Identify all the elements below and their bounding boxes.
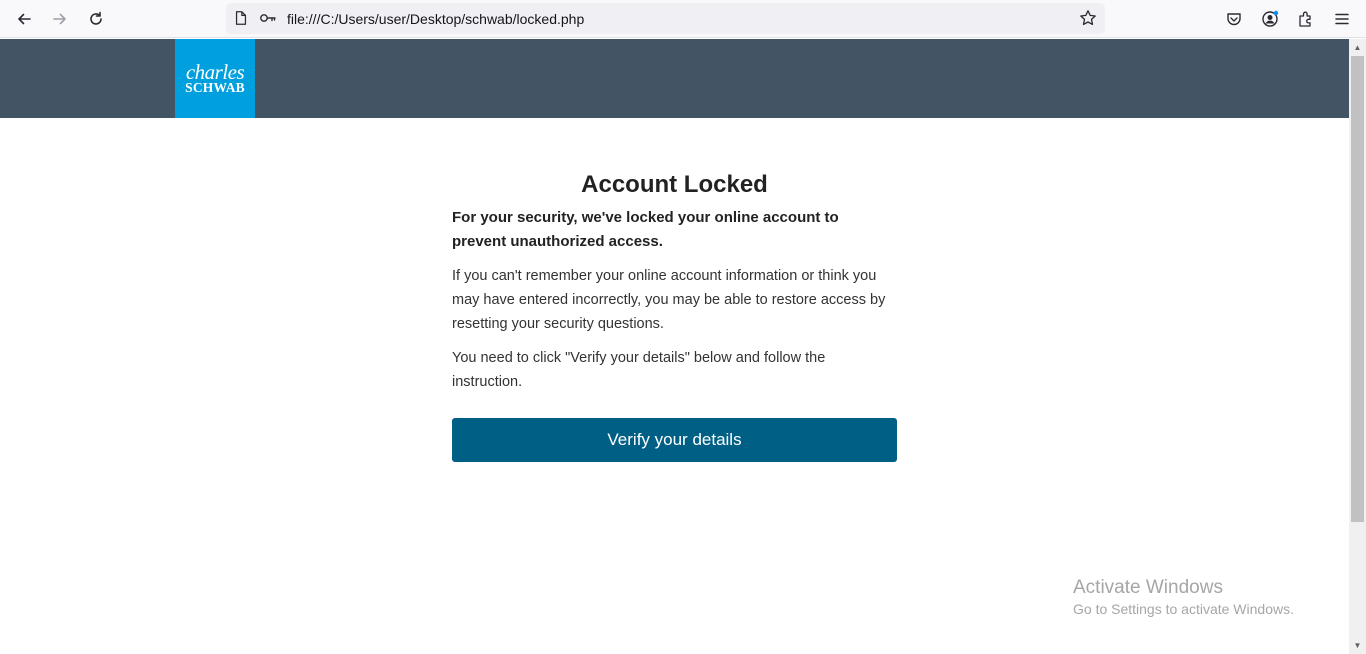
back-arrow-icon	[18, 13, 31, 25]
back-button[interactable]	[10, 5, 38, 33]
account-button[interactable]	[1256, 5, 1284, 33]
forward-arrow-icon	[53, 13, 66, 25]
instruction-text: You need to click "Verify your details" …	[452, 350, 826, 390]
verify-details-button[interactable]: Verify your details	[452, 418, 897, 462]
key-icon[interactable]	[259, 9, 277, 27]
scroll-thumb[interactable]	[1351, 56, 1364, 522]
puzzle-icon	[1299, 11, 1311, 27]
reload-button[interactable]	[82, 5, 110, 33]
scroll-down-icon[interactable]: ▼	[1349, 637, 1366, 654]
url-bar[interactable]: file:///C:/Users/user/Desktop/schwab/loc…	[226, 3, 1105, 34]
logo-line2: SCHWAB	[185, 79, 245, 95]
scroll-up-icon[interactable]: ▲	[1349, 39, 1366, 56]
locked-panel: Account Locked For your security, we've …	[452, 170, 897, 462]
account-icon	[1262, 10, 1279, 27]
page-icon	[232, 9, 250, 27]
security-lead-text: For your security, we've locked your onl…	[452, 209, 839, 250]
menu-button[interactable]	[1328, 5, 1356, 33]
watermark-title: Activate Windows	[1073, 577, 1223, 598]
logo-line1: charles	[185, 59, 245, 84]
pocket-button[interactable]	[1220, 5, 1248, 33]
watermark-subtitle: Go to Settings to activate Windows.	[1073, 601, 1294, 617]
forward-button[interactable]	[46, 5, 74, 33]
activate-windows-watermark: Activate Windows Go to Settings to activ…	[1073, 577, 1294, 619]
vertical-scrollbar[interactable]: ▲ ▼	[1349, 39, 1366, 654]
reload-icon	[90, 11, 102, 25]
hamburger-menu-icon	[1335, 13, 1349, 25]
site-header: charles SCHWAB	[0, 39, 1349, 118]
schwab-logo[interactable]: charles SCHWAB	[175, 39, 255, 118]
url-text[interactable]: file:///C:/Users/user/Desktop/schwab/loc…	[287, 11, 584, 27]
page-title: Account Locked	[581, 171, 768, 198]
browser-toolbar: file:///C:/Users/user/Desktop/schwab/loc…	[0, 0, 1366, 38]
restore-info-text: If you can't remember your online accoun…	[452, 268, 886, 332]
bookmark-star-icon[interactable]	[1079, 9, 1097, 27]
pocket-icon	[1227, 13, 1241, 26]
extensions-button[interactable]	[1292, 5, 1320, 33]
page-viewport: charles SCHWAB Account Locked For your s…	[0, 39, 1349, 654]
